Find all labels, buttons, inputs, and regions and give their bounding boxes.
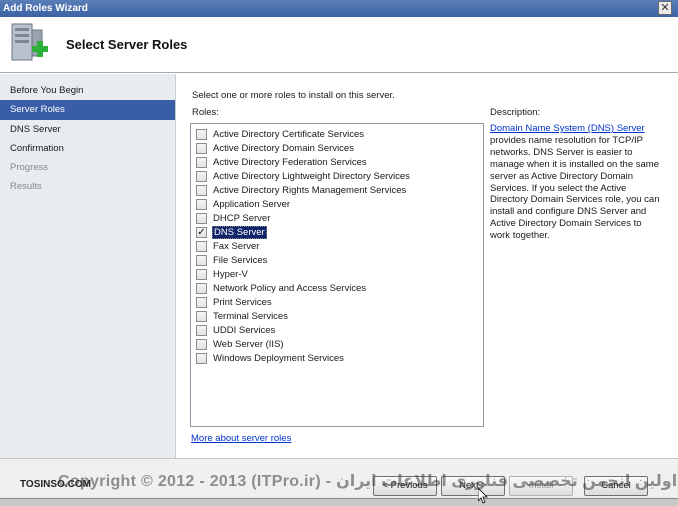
server-roles-icon (11, 23, 48, 61)
role-label[interactable]: Windows Deployment Services (212, 353, 345, 364)
role-item[interactable]: File Services (196, 253, 268, 267)
checkbox[interactable] (196, 240, 207, 252)
checkbox[interactable] (196, 184, 207, 196)
role-label[interactable]: Application Server (212, 199, 291, 210)
mouse-pointer-icon (478, 488, 488, 504)
checkbox-checked[interactable]: ✓ (196, 226, 207, 238)
wizard-sidebar: Before You Begin Server Roles DNS Server… (0, 74, 176, 458)
checkbox[interactable] (196, 128, 207, 140)
role-item[interactable]: UDDI Services (196, 323, 276, 337)
role-label[interactable]: Active Directory Certificate Services (212, 129, 365, 140)
checkbox[interactable] (196, 324, 207, 336)
checkbox[interactable] (196, 310, 207, 322)
more-about-roles-link[interactable]: More about server roles (191, 433, 291, 444)
page-title: Select Server Roles (66, 37, 188, 52)
role-item[interactable]: Active Directory Federation Services (196, 155, 368, 169)
role-label[interactable]: Active Directory Domain Services (212, 143, 355, 154)
role-item[interactable]: Fax Server (196, 239, 260, 253)
description-text: Domain Name System (DNS) Server provides… (490, 123, 662, 242)
role-item[interactable]: Windows Deployment Services (196, 351, 345, 365)
role-label[interactable]: Terminal Services (212, 311, 289, 322)
role-label[interactable]: Active Directory Federation Services (212, 157, 368, 168)
sidebar-item-confirmation[interactable]: Confirmation (0, 139, 175, 158)
taskbar (0, 498, 678, 506)
checkbox[interactable] (196, 268, 207, 280)
checkbox[interactable] (196, 296, 207, 308)
role-item[interactable]: Hyper-V (196, 267, 249, 281)
checkbox[interactable] (196, 156, 207, 168)
role-label[interactable]: Hyper-V (212, 269, 249, 280)
instruction-text: Select one or more roles to install on t… (192, 90, 395, 101)
checkbox[interactable] (196, 282, 207, 294)
role-label[interactable]: Network Policy and Access Services (212, 283, 367, 294)
role-label[interactable]: Active Directory Rights Management Servi… (212, 185, 407, 196)
checkbox[interactable] (196, 198, 207, 210)
role-label[interactable]: File Services (212, 255, 268, 266)
role-item[interactable]: Active Directory Certificate Services (196, 127, 365, 141)
role-item[interactable]: Active Directory Domain Services (196, 141, 355, 155)
role-item[interactable]: Application Server (196, 197, 291, 211)
role-item[interactable]: DHCP Server (196, 211, 271, 225)
roles-list[interactable]: Active Directory Certificate Services Act… (190, 123, 484, 427)
role-label[interactable]: Print Services (212, 297, 273, 308)
wizard-steps: Before You Begin Server Roles DNS Server… (0, 81, 175, 197)
role-label[interactable]: DHCP Server (212, 213, 271, 224)
sidebar-item-before-you-begin[interactable]: Before You Begin (0, 81, 175, 100)
checkbox[interactable] (196, 338, 207, 350)
role-item[interactable]: Active Directory Lightweight Directory S… (196, 169, 411, 183)
role-item[interactable]: Network Policy and Access Services (196, 281, 367, 295)
checkbox[interactable] (196, 212, 207, 224)
checkbox[interactable] (196, 254, 207, 266)
window-titlebar: Add Roles Wizard ✕ (0, 0, 678, 17)
dns-server-link[interactable]: Domain Name System (DNS) Server (490, 123, 645, 134)
role-item[interactable]: Web Server (IIS) (196, 337, 285, 351)
sidebar-item-results: Results (10, 181, 42, 193)
sidebar-item-dns-server[interactable]: DNS Server (0, 120, 175, 139)
role-label[interactable]: DNS Server (212, 225, 267, 239)
window-title: Add Roles Wizard (3, 3, 88, 14)
roles-label: Roles: (192, 107, 219, 118)
close-icon: ✕ (660, 2, 670, 14)
role-label[interactable]: Active Directory Lightweight Directory S… (212, 171, 411, 182)
role-label[interactable]: Web Server (IIS) (212, 339, 285, 350)
description-label: Description: (490, 107, 541, 118)
sidebar-item-progress: Progress (10, 162, 49, 174)
checkbox[interactable] (196, 170, 207, 182)
role-item[interactable]: Active Directory Rights Management Servi… (196, 183, 407, 197)
role-label[interactable]: Fax Server (212, 241, 260, 252)
wizard-header: Select Server Roles (0, 17, 678, 73)
wizard-content: Select one or more roles to install on t… (177, 74, 678, 458)
role-item[interactable]: Terminal Services (196, 309, 289, 323)
close-button[interactable]: ✕ (658, 1, 672, 15)
role-item[interactable]: Print Services (196, 295, 273, 309)
checkbox[interactable] (196, 142, 207, 154)
copyright-watermark: Copyright © 2012 - 2013 (ITPro.ir) - اول… (58, 473, 678, 490)
role-item[interactable]: ✓ DNS Server (196, 225, 267, 239)
description-body: provides name resolution for TCP/IP netw… (490, 134, 660, 242)
sidebar-item-server-roles[interactable]: Server Roles (0, 100, 175, 120)
checkbox[interactable] (196, 352, 207, 364)
role-label[interactable]: UDDI Services (212, 325, 276, 336)
